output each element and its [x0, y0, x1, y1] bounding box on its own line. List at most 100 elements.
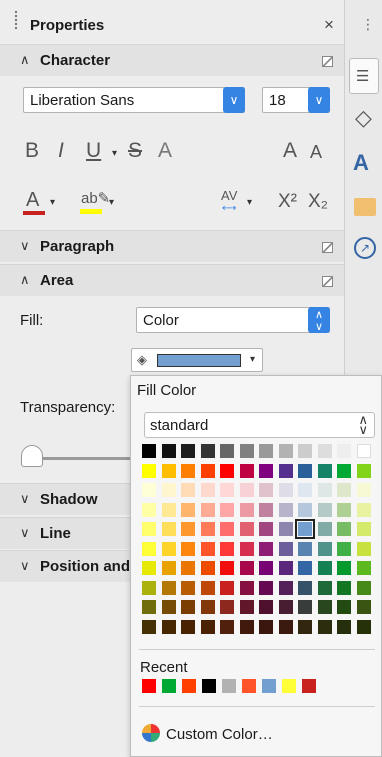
- color-swatch[interactable]: [142, 503, 156, 517]
- color-swatch[interactable]: [357, 600, 371, 614]
- color-swatch[interactable]: [259, 600, 273, 614]
- color-swatch[interactable]: [259, 522, 273, 536]
- color-swatch[interactable]: [337, 620, 351, 634]
- shrink-font-button[interactable]: A: [310, 142, 322, 163]
- color-swatch[interactable]: [298, 444, 312, 458]
- color-swatch[interactable]: [318, 464, 332, 478]
- italic-button[interactable]: I: [58, 139, 64, 163]
- color-swatch[interactable]: [337, 464, 351, 478]
- color-swatch[interactable]: [142, 444, 156, 458]
- color-swatch[interactable]: [298, 483, 312, 497]
- color-swatch[interactable]: [220, 483, 234, 497]
- color-swatch[interactable]: [318, 600, 332, 614]
- color-swatch[interactable]: [318, 503, 332, 517]
- color-swatch[interactable]: [181, 483, 195, 497]
- bold-button[interactable]: B: [25, 139, 39, 163]
- strikethrough-button[interactable]: S: [128, 139, 142, 163]
- color-swatch[interactable]: [162, 483, 176, 497]
- color-swatch[interactable]: [220, 522, 234, 536]
- color-swatch[interactable]: [357, 561, 371, 575]
- color-swatch[interactable]: [259, 620, 273, 634]
- close-button[interactable]: ×: [324, 15, 334, 35]
- color-swatch[interactable]: [220, 444, 234, 458]
- color-swatch[interactable]: [357, 483, 371, 497]
- color-swatch[interactable]: [162, 620, 176, 634]
- color-swatch[interactable]: [279, 542, 293, 556]
- custom-color-button[interactable]: Custom Color…: [142, 724, 273, 743]
- recent-color-swatch[interactable]: [222, 679, 236, 693]
- color-swatch[interactable]: [240, 620, 254, 634]
- transparency-slider-handle[interactable]: [21, 445, 43, 467]
- color-swatch[interactable]: [357, 503, 371, 517]
- color-swatch[interactable]: [240, 522, 254, 536]
- recent-color-swatch[interactable]: [142, 679, 156, 693]
- color-swatch[interactable]: [142, 542, 156, 556]
- color-swatch[interactable]: [337, 600, 351, 614]
- color-swatch[interactable]: [181, 444, 195, 458]
- grow-font-button[interactable]: A: [283, 139, 297, 163]
- color-swatch[interactable]: [259, 581, 273, 595]
- color-swatch[interactable]: [181, 503, 195, 517]
- color-swatch[interactable]: [279, 600, 293, 614]
- color-swatch[interactable]: [318, 522, 332, 536]
- color-swatch[interactable]: [279, 444, 293, 458]
- color-swatch[interactable]: [279, 620, 293, 634]
- color-swatch[interactable]: [201, 464, 215, 478]
- color-swatch[interactable]: [162, 503, 176, 517]
- color-swatch[interactable]: [318, 542, 332, 556]
- color-swatch[interactable]: [220, 581, 234, 595]
- color-swatch[interactable]: [259, 542, 273, 556]
- color-swatch[interactable]: [201, 542, 215, 556]
- color-swatch[interactable]: [162, 522, 176, 536]
- color-swatch[interactable]: [318, 581, 332, 595]
- color-swatch[interactable]: [220, 503, 234, 517]
- color-swatch[interactable]: [201, 620, 215, 634]
- color-swatch[interactable]: [318, 444, 332, 458]
- color-swatch[interactable]: [240, 444, 254, 458]
- color-swatch[interactable]: [142, 464, 156, 478]
- chevron-updown-icon[interactable]: ∧ ∨: [308, 307, 330, 333]
- color-swatch[interactable]: [259, 483, 273, 497]
- color-swatch[interactable]: [337, 503, 351, 517]
- more-options-icon[interactable]: [322, 56, 333, 67]
- color-swatch[interactable]: [181, 464, 195, 478]
- color-swatch[interactable]: [337, 561, 351, 575]
- color-swatch[interactable]: [240, 581, 254, 595]
- color-swatch[interactable]: [240, 503, 254, 517]
- color-swatch[interactable]: [318, 620, 332, 634]
- tab-gallery[interactable]: [354, 198, 376, 216]
- color-swatch[interactable]: [298, 464, 312, 478]
- color-swatch[interactable]: [142, 483, 156, 497]
- color-swatch[interactable]: [298, 542, 312, 556]
- color-swatch[interactable]: [337, 581, 351, 595]
- character-spacing-button[interactable]: AV: [221, 188, 237, 203]
- color-swatch[interactable]: [201, 581, 215, 595]
- recent-color-swatch[interactable]: [242, 679, 256, 693]
- color-swatch[interactable]: [298, 581, 312, 595]
- color-swatch[interactable]: [142, 600, 156, 614]
- color-swatch[interactable]: [240, 542, 254, 556]
- color-swatch[interactable]: [357, 581, 371, 595]
- font-name-combo[interactable]: Liberation Sans ∨: [23, 87, 245, 113]
- chevron-down-icon[interactable]: ∨: [223, 87, 245, 113]
- color-swatch[interactable]: [220, 464, 234, 478]
- font-color-dropdown-icon[interactable]: ▾: [50, 197, 55, 208]
- color-swatch[interactable]: [240, 600, 254, 614]
- drag-grip-icon[interactable]: [14, 10, 18, 30]
- fill-color-button[interactable]: ◈ ▾: [131, 348, 263, 372]
- color-swatch[interactable]: [259, 561, 273, 575]
- sidebar-menu-icon[interactable]: ⋮: [361, 16, 375, 33]
- shadow-button[interactable]: A: [158, 139, 172, 163]
- fill-type-select[interactable]: Color ∧ ∨: [136, 307, 330, 333]
- chevron-down-icon[interactable]: ∨: [308, 87, 330, 113]
- color-swatch[interactable]: [181, 561, 195, 575]
- color-swatch[interactable]: [240, 483, 254, 497]
- color-swatch[interactable]: [295, 519, 315, 539]
- color-swatch[interactable]: [259, 444, 273, 458]
- color-swatch[interactable]: [201, 503, 215, 517]
- color-swatch[interactable]: [279, 464, 293, 478]
- color-swatch[interactable]: [142, 620, 156, 634]
- recent-color-swatch[interactable]: [302, 679, 316, 693]
- tab-styles[interactable]: A: [353, 150, 369, 176]
- color-swatch[interactable]: [240, 561, 254, 575]
